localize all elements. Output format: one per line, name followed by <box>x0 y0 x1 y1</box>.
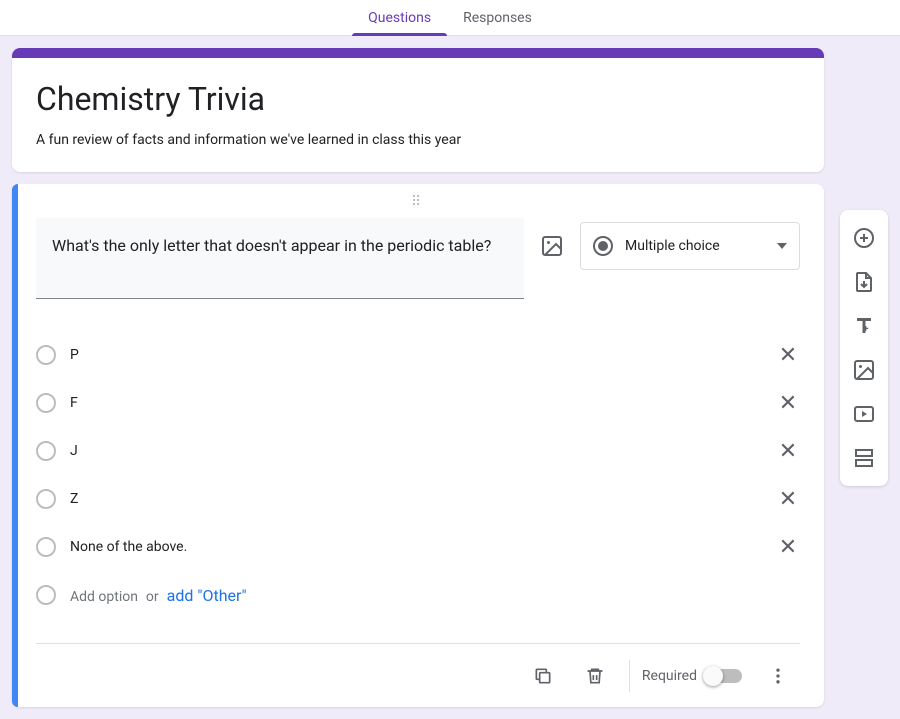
required-label: Required <box>642 668 697 684</box>
add-option-row: Add option or add "Other" <box>36 571 800 619</box>
remove-option-icon[interactable]: ✕ <box>776 439 800 463</box>
remove-option-icon[interactable]: ✕ <box>776 391 800 415</box>
options-list: P ✕ F ✕ J ✕ Z ✕ <box>36 331 800 619</box>
option-row: None of the above. ✕ <box>36 523 800 571</box>
option-text[interactable]: F <box>70 395 762 411</box>
add-question-icon[interactable] <box>844 218 884 258</box>
radio-empty-icon <box>36 585 56 605</box>
question-top-row: Multiple choice <box>36 218 800 303</box>
add-video-icon[interactable] <box>844 394 884 434</box>
add-section-icon[interactable] <box>844 438 884 478</box>
top-tabs: Questions Responses <box>0 0 900 36</box>
add-media-image-icon[interactable] <box>844 350 884 390</box>
option-row: F ✕ <box>36 379 800 427</box>
more-icon[interactable] <box>756 654 800 698</box>
accent-bar <box>12 48 824 58</box>
tab-questions[interactable]: Questions <box>352 0 447 35</box>
divider <box>629 660 630 692</box>
radio-empty-icon <box>36 537 56 557</box>
option-text[interactable]: None of the above. <box>70 539 762 555</box>
question-text-input[interactable] <box>36 218 524 299</box>
tab-responses[interactable]: Responses <box>447 0 548 35</box>
form-header-card: Chemistry Trivia A fun review of facts a… <box>12 48 824 172</box>
question-type-select[interactable]: Multiple choice <box>580 222 800 270</box>
option-text[interactable]: P <box>70 347 762 363</box>
question-input-wrap <box>36 218 524 303</box>
add-option-text[interactable]: Add option <box>70 589 138 605</box>
radio-empty-icon <box>36 441 56 461</box>
radio-icon <box>593 236 613 256</box>
option-row: J ✕ <box>36 427 800 475</box>
question-card: ⠿ Multiple choice <box>12 184 824 707</box>
radio-empty-icon <box>36 393 56 413</box>
or-text: or <box>146 589 159 605</box>
form-title[interactable]: Chemistry Trivia <box>36 80 800 118</box>
form-column: Chemistry Trivia A fun review of facts a… <box>12 48 824 707</box>
header-body: Chemistry Trivia A fun review of facts a… <box>12 58 824 172</box>
remove-option-icon[interactable]: ✕ <box>776 487 800 511</box>
option-row: Z ✕ <box>36 475 800 523</box>
required-toggle[interactable] <box>705 669 742 683</box>
option-row: P ✕ <box>36 331 800 379</box>
add-title-icon[interactable] <box>844 306 884 346</box>
form-description[interactable]: A fun review of facts and information we… <box>36 132 800 148</box>
question-type-label: Multiple choice <box>625 238 765 254</box>
delete-icon[interactable] <box>573 654 617 698</box>
drag-handle-icon[interactable]: ⠿ <box>36 194 800 210</box>
import-questions-icon[interactable] <box>844 262 884 302</box>
add-other-link[interactable]: add "Other" <box>167 586 247 605</box>
add-image-icon[interactable] <box>540 234 564 258</box>
add-option-area: Add option or add "Other" <box>70 586 247 605</box>
question-footer: Required <box>36 643 800 707</box>
radio-empty-icon <box>36 489 56 509</box>
chevron-down-icon <box>777 243 787 249</box>
option-text[interactable]: J <box>70 443 762 459</box>
remove-option-icon[interactable]: ✕ <box>776 343 800 367</box>
form-canvas: Chemistry Trivia A fun review of facts a… <box>0 36 900 719</box>
duplicate-icon[interactable] <box>521 654 565 698</box>
option-text[interactable]: Z <box>70 491 762 507</box>
remove-option-icon[interactable]: ✕ <box>776 535 800 559</box>
radio-empty-icon <box>36 345 56 365</box>
side-toolbar <box>840 210 888 486</box>
